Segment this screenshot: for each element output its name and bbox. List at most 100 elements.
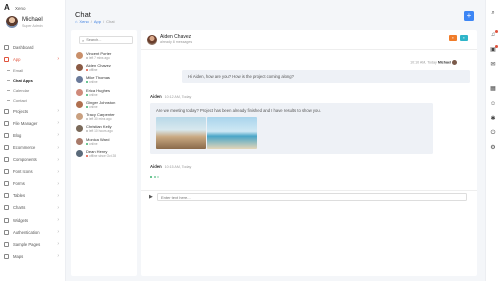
image-icon[interactable]: ▪: [460, 35, 468, 41]
contact-item[interactable]: Vincent Porter left 7 mins ago: [75, 49, 135, 61]
sidebar-item[interactable]: Components ›: [0, 154, 65, 166]
sidebar-item-label: File Manager: [13, 120, 38, 126]
home-icon[interactable]: ⌂: [75, 19, 77, 24]
sidebar-item[interactable]: File Manager ›: [0, 117, 65, 129]
dash-icon: [7, 69, 10, 71]
status-dot-icon: [86, 105, 88, 108]
message-meta: 10:10 AM, Today Michael: [410, 60, 457, 65]
contact-item[interactable]: Tracy Carpenter left 30 mins ago: [75, 110, 135, 122]
status-dot-icon: [86, 68, 88, 71]
brand-logo-icon: A: [4, 3, 10, 12]
chat-icon[interactable]: ▣: [490, 45, 498, 53]
mail-icon[interactable]: ✉: [490, 62, 496, 68]
sidebar-subitem-label: Email: [13, 67, 24, 73]
right-icon-rail: ⌕ ♫ ▣ ✉ ▦ ☺ ✱ ⏻ ⚙: [485, 0, 500, 281]
contact-status-text: left 30 mins ago: [89, 117, 112, 122]
status-dot-icon: [86, 130, 88, 133]
gear-icon[interactable]: ✱: [490, 116, 496, 122]
sidebar-item-label: Charts: [13, 205, 26, 211]
contact-item[interactable]: Aiden Chavez offline: [75, 61, 135, 73]
sidebar-item[interactable]: Blog ›: [0, 129, 65, 141]
dash-icon: [7, 99, 10, 101]
status-dot-icon: [86, 56, 88, 59]
status-dot-icon: [86, 155, 88, 158]
contact-status: left 7 mins ago: [86, 56, 111, 60]
sidebar: A Xeno Michael Super Admin Dashboard App ›…: [0, 0, 66, 281]
table-icon: [4, 193, 9, 199]
chevron-right-icon: ›: [57, 241, 59, 248]
typing-dot: [157, 176, 159, 178]
avatar: [147, 35, 157, 45]
sidebar-item[interactable]: Font Icons ›: [0, 166, 65, 178]
page-icon: [4, 241, 9, 247]
chevron-right-icon: ›: [57, 132, 59, 139]
contact-item[interactable]: Mike Thomas online: [75, 74, 135, 86]
sidebar-item[interactable]: Charts ›: [0, 202, 65, 214]
contact-status: left 30 mins ago: [86, 117, 115, 121]
user-profile[interactable]: Michael Super Admin: [6, 16, 43, 28]
beach-photo[interactable]: [207, 117, 257, 149]
contact-status: online: [86, 142, 109, 146]
search-icon[interactable]: ⌕: [490, 10, 496, 16]
avatar: [76, 63, 83, 71]
breadcrumb-item[interactable]: Xeno: [79, 19, 88, 24]
dash-icon: [7, 89, 10, 91]
avatar: [76, 88, 83, 96]
map-icon: [4, 253, 9, 259]
sidebar-item[interactable]: Widgets ›: [0, 214, 65, 226]
sidebar-item[interactable]: Sample Pages ›: [0, 238, 65, 250]
sidebar-item[interactable]: Ecommerce ›: [0, 141, 65, 153]
search-input[interactable]: [86, 38, 131, 42]
sidebar-item[interactable]: Projects ›: [0, 105, 65, 117]
sidebar-subitem[interactable]: Calendar: [0, 85, 65, 95]
sidebar-subitem-label: Contact: [13, 97, 27, 103]
sidebar-item-label: Font Icons: [13, 169, 33, 175]
sidebar-item[interactable]: App ›: [0, 53, 65, 65]
message-sender: Aiden: [150, 164, 162, 169]
home-icon: [4, 44, 9, 50]
avatar: [6, 16, 18, 28]
chevron-right-icon: ›: [57, 156, 59, 163]
apps-icon: [4, 56, 9, 62]
add-button[interactable]: +: [464, 11, 474, 21]
contact-item[interactable]: Erica Hughes online: [75, 86, 135, 98]
sidebar-item[interactable]: Tables ›: [0, 190, 65, 202]
contact-item[interactable]: Ginger Johnston online: [75, 98, 135, 110]
beach-photo[interactable]: [156, 117, 206, 149]
contact-status: offline: [86, 68, 111, 72]
contact-status-text: online: [89, 80, 98, 85]
message-sender: Aiden: [150, 94, 162, 99]
message-input[interactable]: [157, 193, 467, 201]
power-icon[interactable]: ⏻: [490, 130, 496, 136]
chevron-right-icon: ›: [57, 108, 59, 115]
sidebar-item[interactable]: Forms ›: [0, 178, 65, 190]
breadcrumb-item[interactable]: App: [94, 19, 101, 24]
camera-icon[interactable]: ▪: [449, 35, 457, 41]
dash-icon: [7, 79, 10, 81]
send-icon[interactable]: ▶: [149, 194, 153, 200]
chevron-right-icon: ›: [57, 229, 59, 236]
avatar: [76, 76, 83, 84]
contact-item[interactable]: Monica Ward online: [75, 135, 135, 147]
bell-icon[interactable]: ♫: [490, 30, 498, 38]
compose-bar: ▶: [141, 190, 477, 202]
settings-icon[interactable]: ⚙: [490, 145, 496, 151]
sidebar-item-label: Blog: [13, 132, 22, 138]
notification-badge: [495, 30, 498, 33]
brand[interactable]: A Xeno: [4, 4, 26, 12]
sidebar-item[interactable]: Dashboard: [0, 41, 65, 53]
search-box[interactable]: ⌕: [79, 36, 133, 44]
user-icon[interactable]: ☺: [490, 101, 496, 107]
sidebar-subitem[interactable]: Contact: [0, 95, 65, 105]
sidebar-subitem[interactable]: Email: [0, 65, 65, 75]
sidebar-subitem[interactable]: Chat Apps: [0, 75, 65, 85]
calendar-icon[interactable]: ▦: [490, 86, 496, 92]
sidebar-item[interactable]: Authentication ›: [0, 226, 65, 238]
sidebar-subitem-label: Calendar: [13, 87, 30, 93]
contact-item[interactable]: Christian Kelly left 10 hours ago: [75, 123, 135, 135]
contact-item[interactable]: Dean Henry offline since Oct 28: [75, 147, 135, 159]
message-meta: Aiden 10:12 AM, Today: [150, 94, 191, 99]
contact-status-text: left 10 hours ago: [89, 129, 113, 134]
sidebar-item[interactable]: Maps ›: [0, 250, 65, 262]
contact-status: online: [86, 80, 110, 84]
